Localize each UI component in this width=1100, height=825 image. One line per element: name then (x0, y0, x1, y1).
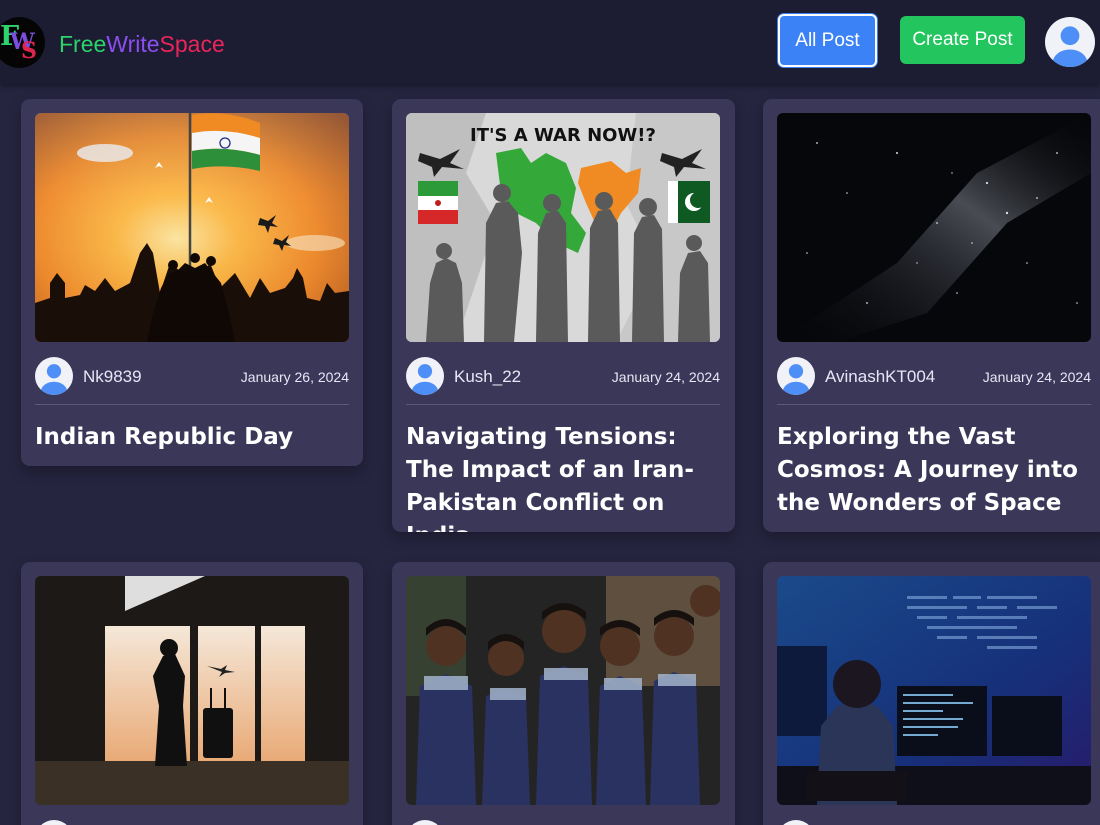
post-title[interactable]: Indian Republic Day (35, 421, 355, 454)
author-name[interactable]: Kush_22 (454, 367, 521, 387)
post-meta (406, 820, 720, 825)
post-meta: Nk9839 January 26, 2024 (35, 357, 349, 395)
post-meta: Kush_22 January 24, 2024 (406, 357, 720, 395)
author-avatar-icon[interactable] (406, 357, 444, 395)
author-name[interactable]: Nk9839 (83, 367, 142, 387)
post-card[interactable] (392, 562, 735, 825)
top-navbar: F W S FreeWriteSpace All Post Create Pos… (0, 0, 1100, 84)
post-meta (35, 820, 349, 825)
brand-logo[interactable]: F W S (0, 17, 45, 68)
author-avatar-icon[interactable] (35, 357, 73, 395)
post-date: January 24, 2024 (982, 369, 1091, 385)
post-card[interactable] (21, 562, 363, 825)
brand-name[interactable]: FreeWriteSpace (59, 31, 225, 57)
author-avatar-icon[interactable] (35, 820, 73, 825)
post-title[interactable]: Navigating Tensions: The Impact of an Ir… (406, 421, 726, 532)
post-title[interactable]: Exploring the Vast Cosmos: A Journey int… (777, 421, 1097, 520)
post-meta (777, 820, 1091, 825)
divider (406, 404, 720, 405)
post-card[interactable] (763, 562, 1100, 825)
all-post-button[interactable]: All Post (778, 14, 877, 67)
logo-letter-s: S (21, 38, 37, 64)
author-avatar-icon[interactable] (406, 820, 444, 825)
divider (35, 404, 349, 405)
republic-day-image[interactable] (35, 113, 349, 342)
post-date: January 26, 2024 (240, 369, 349, 385)
brand-name-space: Space (159, 31, 225, 57)
post-meta: AvinashKT004 January 24, 2024 (777, 357, 1091, 395)
author-avatar-icon[interactable] (777, 357, 815, 395)
svg-text:IT'S A WAR NOW!?: IT'S A WAR NOW!? (470, 125, 656, 146)
war-map-image[interactable]: IT'S A WAR NOW!? (406, 113, 720, 342)
traveler-silhouette-image[interactable] (35, 576, 349, 805)
schoolchildren-image[interactable] (406, 576, 720, 805)
post-card[interactable]: Nk9839 January 26, 2024 Indian Republic … (21, 99, 363, 466)
post-date: January 24, 2024 (611, 369, 720, 385)
author-avatar-icon[interactable] (777, 820, 815, 825)
milky-way-image[interactable] (777, 113, 1091, 342)
post-card[interactable]: AvinashKT004 January 24, 2024 Exploring … (763, 99, 1100, 532)
author-name[interactable]: AvinashKT004 (825, 367, 935, 387)
divider (777, 404, 1091, 405)
create-post-button[interactable]: Create Post (900, 16, 1025, 64)
post-card[interactable]: IT'S A WAR NOW!? Kush_22 January 24, 202… (392, 99, 735, 532)
brand-name-write: Write (106, 31, 160, 57)
user-avatar-icon[interactable] (1045, 17, 1095, 67)
programmer-desk-image[interactable] (777, 576, 1091, 805)
brand-name-free: Free (59, 31, 107, 57)
